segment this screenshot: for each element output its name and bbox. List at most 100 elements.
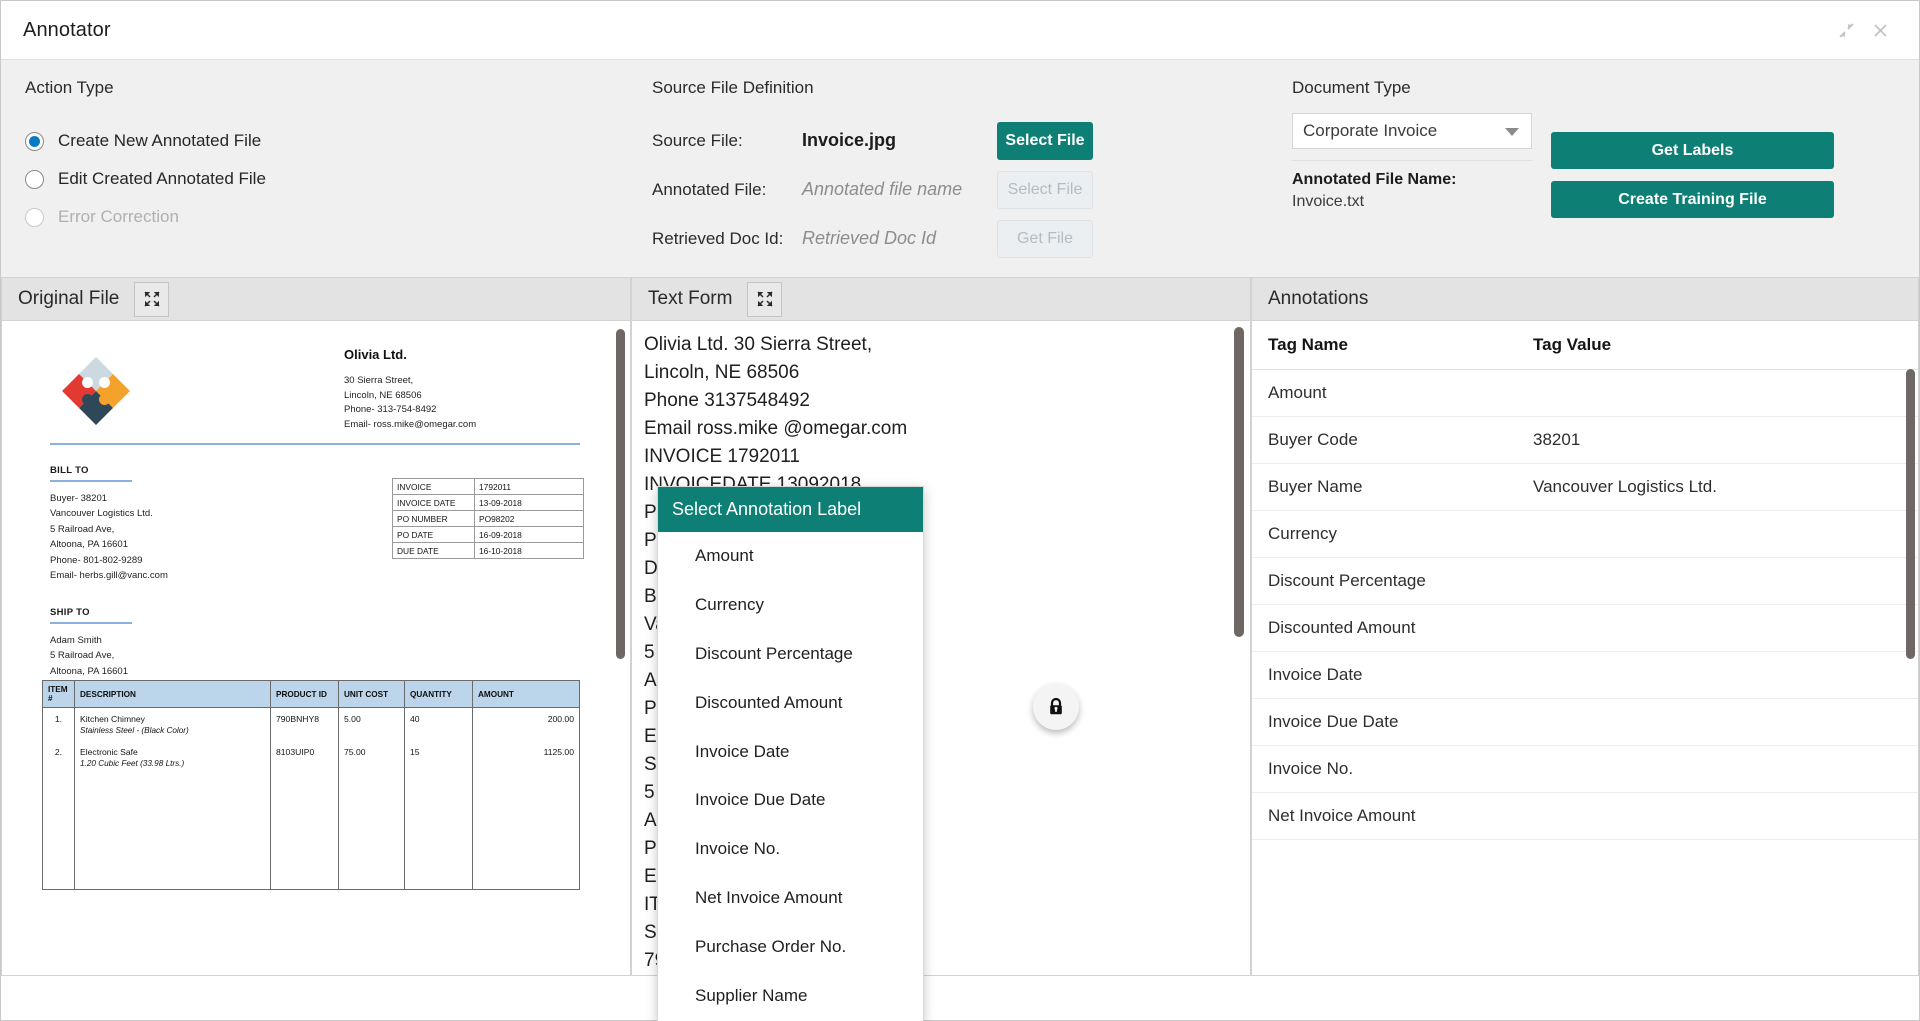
table-row[interactable]: Invoice No. xyxy=(1252,745,1918,793)
tag-name: Discount Percentage xyxy=(1252,557,1517,605)
bill-to-line: Buyer- 38201 xyxy=(50,493,108,504)
annotations-panel: Annotations Tag Name Tag Value Amount Bu… xyxy=(1251,277,1919,1020)
table-row[interactable]: Invoice Date xyxy=(1252,651,1918,699)
title-bar: Annotator xyxy=(1,1,1919,60)
original-file-title: Original File xyxy=(18,288,120,309)
annotations-header: Annotations xyxy=(1251,277,1919,321)
retrieved-doc-id-row: Retrieved Doc Id: Retrieved Doc Id Get F… xyxy=(652,214,1292,263)
table-row[interactable]: Amount xyxy=(1252,369,1918,417)
meta-value: 13-09-2018 xyxy=(474,494,584,511)
radio-edit-created-annotated-file[interactable]: Edit Created Annotated File xyxy=(25,160,652,198)
table-row[interactable]: Buyer Code 38201 xyxy=(1252,416,1918,464)
annotation-label-item-net-invoice-amount[interactable]: Net Invoice Amount xyxy=(658,874,923,923)
select-source-file-button[interactable]: Select File xyxy=(997,121,1093,160)
item-no: 1. xyxy=(42,707,75,741)
original-file-scrollbar[interactable] xyxy=(616,329,625,659)
ship-to-heading: SHIP TO xyxy=(50,607,132,624)
item-product-id: 790BNHY8 xyxy=(270,707,339,741)
bill-to-line: Phone- 801-802-9289 xyxy=(50,554,143,566)
meta-value: 16-09-2018 xyxy=(474,526,584,543)
get-file-button[interactable]: Get File xyxy=(997,219,1093,258)
invoice-header-rule xyxy=(50,443,580,445)
annotations-scrollbar[interactable] xyxy=(1906,369,1915,659)
item-desc-sub: Stainless Steel - (Black Color) xyxy=(80,726,189,735)
annotation-label-item-amount[interactable]: Amount xyxy=(658,532,923,581)
annotation-label-item-invoice-no[interactable]: Invoice No. xyxy=(658,825,923,874)
annotation-label-menu[interactable]: Select Annotation Label Amount Currency … xyxy=(657,486,924,1021)
radio-label: Edit Created Annotated File xyxy=(58,169,266,188)
table-row: DUE DATE 16-10-2018 xyxy=(392,542,584,559)
item-description: Electronic Safe 1.20 Cubic Feet (33.98 L… xyxy=(74,741,271,774)
col-product-id: PRODUCT ID xyxy=(270,680,339,708)
select-annotated-file-button[interactable]: Select File xyxy=(997,170,1093,209)
close-icon[interactable] xyxy=(1863,13,1897,47)
original-file-viewer[interactable]: Olivia Ltd. 30 Sierra Street, Lincoln, N… xyxy=(1,321,631,976)
table-header-row: ITEM # DESCRIPTION PRODUCT ID UNIT COST … xyxy=(42,680,580,708)
bill-to-line: Vancouver Logistics Ltd. xyxy=(50,508,153,520)
annotation-label-item-currency[interactable]: Currency xyxy=(658,581,923,630)
table-row[interactable]: Net Invoice Amount xyxy=(1252,792,1918,840)
invoice-items-table: ITEM # DESCRIPTION PRODUCT ID UNIT COST … xyxy=(42,680,580,890)
col-unit-cost: UNIT COST xyxy=(338,680,405,708)
bill-to-line: Altoona, PA 16601 xyxy=(50,539,128,551)
radio-create-new-annotated-file[interactable]: Create New Annotated File xyxy=(25,122,652,160)
annotation-label-item-discounted-amount[interactable]: Discounted Amount xyxy=(658,678,923,727)
lock-icon[interactable] xyxy=(1033,684,1079,730)
tag-value xyxy=(1517,792,1918,840)
action-type-radio-group: Create New Annotated File Edit Created A… xyxy=(25,122,652,236)
invoice-company-name: Olivia Ltd. xyxy=(344,347,407,362)
expand-icon[interactable] xyxy=(747,281,783,317)
table-row[interactable]: Discount Percentage xyxy=(1252,557,1918,605)
table-row[interactable]: Discounted Amount xyxy=(1252,604,1918,652)
window-title: Annotator xyxy=(23,18,111,41)
tag-value xyxy=(1517,745,1918,793)
restore-down-icon[interactable] xyxy=(1829,13,1863,47)
company-address-line: Lincoln, NE 68506 xyxy=(344,389,422,401)
annotation-label-item-invoice-due-date[interactable]: Invoice Due Date xyxy=(658,776,923,825)
table-row: PO DATE 16-09-2018 xyxy=(392,526,584,543)
annotation-label-menu-header: Select Annotation Label xyxy=(658,487,923,532)
get-labels-button[interactable]: Get Labels xyxy=(1551,132,1834,169)
radio-label: Create New Annotated File xyxy=(58,131,262,150)
chevron-down-icon xyxy=(1505,128,1519,136)
item-unit-cost: 75.00 xyxy=(338,741,405,774)
meta-key: INVOICE DATE xyxy=(392,494,475,511)
tag-value xyxy=(1517,651,1918,699)
annotation-label-item-invoice-date[interactable]: Invoice Date xyxy=(658,727,923,776)
expand-icon[interactable] xyxy=(134,281,170,317)
top-form-strip: Action Type Create New Annotated File Ed… xyxy=(1,60,1919,277)
text-form-header: Text Form xyxy=(631,277,1251,321)
item-desc-sub: 1.20 Cubic Feet (33.98 Ltrs.) xyxy=(80,759,185,768)
annotation-label-item-discount-percentage[interactable]: Discount Percentage xyxy=(658,630,923,679)
tag-name: Currency xyxy=(1252,510,1517,558)
table-row: PO NUMBER PO98202 xyxy=(392,510,584,527)
annotation-label-item-purchase-order-no[interactable]: Purchase Order No. xyxy=(658,922,923,971)
tag-value xyxy=(1517,698,1918,746)
table-header-row: Tag Name Tag Value xyxy=(1252,321,1918,370)
ship-to-line: Adam Smith xyxy=(50,635,102,646)
meta-key: PO DATE xyxy=(392,526,475,543)
item-desc-main: Kitchen Chimney xyxy=(80,714,145,724)
col-tag-value: Tag Value xyxy=(1517,321,1918,370)
table-row[interactable]: Buyer Name Vancouver Logistics Ltd. xyxy=(1252,463,1918,511)
document-type-select[interactable]: Corporate Invoice xyxy=(1292,113,1532,149)
annotations-table-container[interactable]: Tag Name Tag Value Amount Buyer Code 382… xyxy=(1251,321,1919,976)
source-file-button-cell: Select File xyxy=(997,121,1107,160)
tag-name: Invoice Due Date xyxy=(1252,698,1517,746)
table-row[interactable]: Currency xyxy=(1252,510,1918,558)
bill-to-heading: BILL TO xyxy=(50,465,132,482)
company-address-line: Phone- 313-754-8492 xyxy=(344,404,437,416)
table-row[interactable]: Invoice Due Date xyxy=(1252,698,1918,746)
tag-name: Amount xyxy=(1252,369,1517,417)
create-training-file-button[interactable]: Create Training File xyxy=(1551,181,1834,218)
table-row: 2. Electronic Safe 1.20 Cubic Feet (33.9… xyxy=(42,741,580,774)
document-type-heading: Document Type xyxy=(1292,78,1411,97)
bill-to-block: Buyer- 38201 Vancouver Logistics Ltd. 5 … xyxy=(50,491,168,583)
invoice-meta-table: INVOICE 1792011 INVOICE DATE 13-09-2018 … xyxy=(392,478,584,559)
text-form-title: Text Form xyxy=(648,288,733,309)
tag-name: Net Invoice Amount xyxy=(1252,792,1517,840)
invoice-company-block: Olivia Ltd. 30 Sierra Street, Lincoln, N… xyxy=(344,347,564,433)
text-form-scrollbar[interactable] xyxy=(1234,327,1244,637)
tag-value: 38201 xyxy=(1517,416,1918,464)
annotation-label-item-supplier-name[interactable]: Supplier Name xyxy=(658,971,923,1020)
